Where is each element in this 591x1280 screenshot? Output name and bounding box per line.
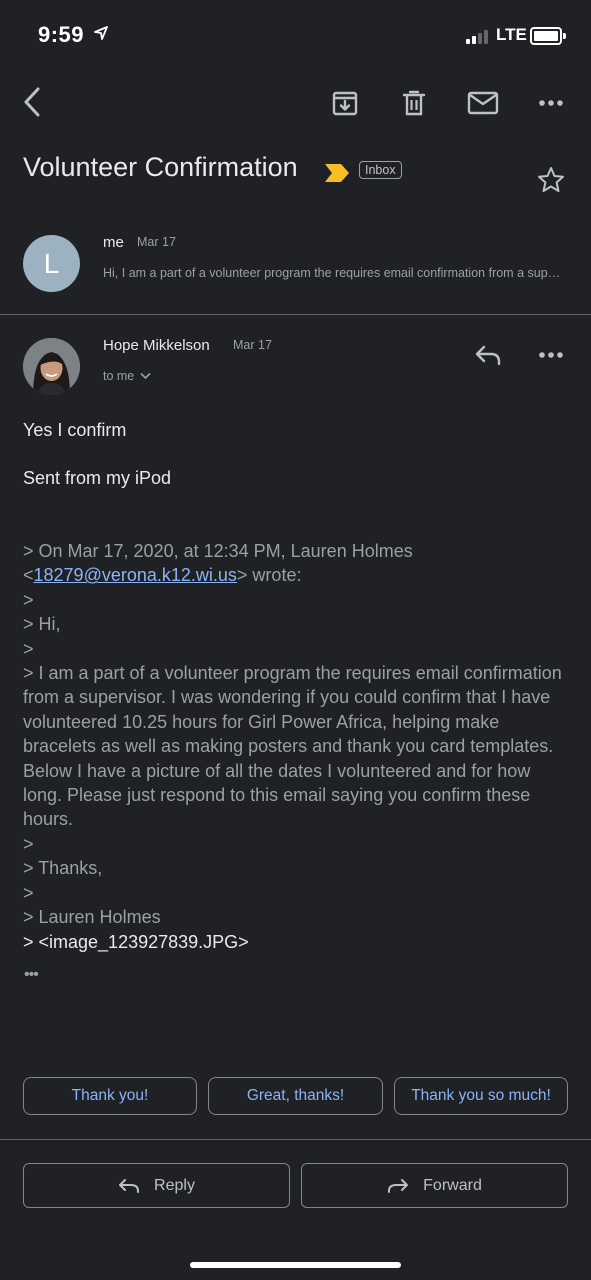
delete-button[interactable] <box>397 86 431 120</box>
message-more-button[interactable] <box>534 340 568 370</box>
more-options-button[interactable] <box>534 88 568 118</box>
mail-icon <box>467 91 499 115</box>
important-marker-icon[interactable] <box>324 163 350 183</box>
more-horizontal-icon <box>539 100 563 106</box>
message-snippet: Hi, I am a part of a volunteer program t… <box>103 266 563 280</box>
sender-name: Hope Mikkelson <box>103 337 210 354</box>
location-arrow-icon <box>94 26 108 40</box>
message-date: Mar 17 <box>233 338 272 352</box>
quoted-text: > On Mar 17, 2020, at 12:34 PM, Lauren H… <box>23 539 573 954</box>
forward-action-button[interactable]: Forward <box>301 1163 568 1208</box>
reply-label: Reply <box>154 1176 195 1194</box>
network-type: LTE <box>496 25 527 44</box>
recipient-details-toggle[interactable]: to me <box>103 369 151 383</box>
reply-button[interactable] <box>470 340 506 370</box>
quote-header-end: > wrote: <box>236 565 302 586</box>
chevron-left-icon <box>24 87 40 117</box>
divider <box>0 1139 591 1140</box>
battery-icon <box>530 27 566 45</box>
archive-button[interactable] <box>328 86 362 120</box>
reply-icon <box>475 345 501 366</box>
forward-label: Forward <box>423 1176 482 1194</box>
archive-icon <box>332 91 358 116</box>
inbox-label[interactable]: Inbox <box>359 161 402 179</box>
smart-reply-chip[interactable]: Thank you! <box>23 1077 197 1115</box>
quote-body: > > Hi, > > I am a part of a volunteer p… <box>23 589 562 928</box>
message-date: Mar 17 <box>137 235 176 249</box>
thread-subject: Volunteer Confirmation <box>23 152 298 182</box>
cellular-signal-icon <box>466 28 488 44</box>
message-body-line: Yes I confirm <box>23 420 127 440</box>
mark-unread-button[interactable] <box>465 86 501 120</box>
message-signature: Sent from my iPod <box>23 468 172 488</box>
forward-icon <box>388 1178 409 1193</box>
chevron-down-icon <box>140 372 151 380</box>
status-time: 9:59 <box>38 22 85 47</box>
smart-reply-chip[interactable]: Great, thanks! <box>208 1077 383 1115</box>
avatar <box>23 338 80 395</box>
trash-icon <box>402 90 426 116</box>
sender-name: me <box>103 234 124 251</box>
reply-action-button[interactable]: Reply <box>23 1163 290 1208</box>
recipient-text: to me <box>103 369 135 383</box>
home-indicator[interactable] <box>190 1262 401 1268</box>
smart-reply-chip[interactable]: Thank you so much! <box>394 1077 568 1115</box>
profile-photo <box>23 338 80 395</box>
show-trimmed-content-button[interactable]: ••• <box>24 966 39 984</box>
divider <box>0 314 591 315</box>
avatar: L <box>23 235 80 292</box>
quote-attachment: > <image_123927839.JPG> <box>23 931 249 952</box>
back-button[interactable] <box>14 84 50 120</box>
star-icon <box>538 166 564 192</box>
quote-email-link[interactable]: 18279@verona.k12.wi.us <box>34 565 237 585</box>
more-horizontal-icon <box>539 352 563 358</box>
star-button[interactable] <box>534 162 568 196</box>
reply-icon <box>119 1178 140 1193</box>
